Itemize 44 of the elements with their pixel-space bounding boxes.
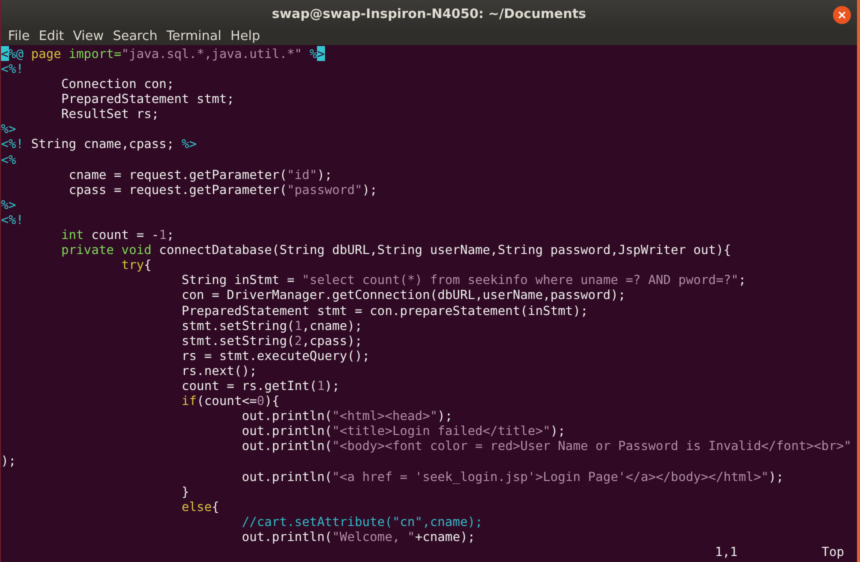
code-line: out.println("Welcome, "+cname); <box>240 528 476 544</box>
cursor-position: 1,1 <box>715 544 738 559</box>
menu-item[interactable]: Search <box>112 29 158 44</box>
scroll-position: Top <box>822 544 844 559</box>
code-line: out.println("<a href = 'seek_login.jsp'>Login Page'</a></body></html>"); <box>240 468 784 484</box>
code-line: PreparedStatement stmt = con.prepareStatement(inStmt); <box>180 302 588 318</box>
code-line: rs = stmt.executeQuery(); <box>180 348 370 363</box>
menu-item[interactable]: Help <box>230 29 260 44</box>
code-line: <%! <box>1 212 24 228</box>
code-line: Connection con; <box>60 76 174 92</box>
code-line: out.println("<html><head>"); <box>240 408 453 424</box>
code-line: out.println("<title>Login failed</title>"); <box>240 423 566 438</box>
code-line: con = DriverManager.getConnection(dbURL,userName,password); <box>180 287 626 302</box>
code-line: <%@ page import="java.sql.*,java.util.*" %> <box>1 46 325 61</box>
code-line: cpass = request.getParameter("password"); <box>68 182 378 197</box>
code-line: out.println("<body><font color = red>User Name or Password is Invalid</font><br>" <box>240 438 852 454</box>
code-line: <%! String cname,cpass; %> <box>1 136 197 152</box>
code-line: %> <box>1 121 16 136</box>
code-line: cname = request.getParameter("id"); <box>68 166 332 182</box>
code-line: PreparedStatement stmt; <box>60 91 234 106</box>
code-line: String inStmt = "select count(*) from seekinfo where uname =? AND pword=?"; <box>180 272 746 288</box>
code-line: int count = -1; <box>60 227 174 242</box>
window-title: swap@swap-Inspiron-N4050: ~/Documents <box>272 6 586 22</box>
code-line: stmt.setString(1,cname); <box>180 318 362 333</box>
code-line: ResultSet rs; <box>60 106 160 122</box>
menu-item[interactable]: Edit <box>38 29 64 44</box>
code-line: //cart.setAttribute("cn",cname); <box>240 514 483 529</box>
code-line: private void connectDatabase(String dbURL,String userName,String password,JspWriter out){ <box>60 242 732 258</box>
menu-item[interactable]: View <box>72 29 104 44</box>
code-line: stmt.setString(2,cpass); <box>180 332 362 348</box>
menu-item[interactable]: File <box>8 29 30 44</box>
code-line: } <box>180 484 190 499</box>
close-icon <box>838 11 846 19</box>
code-line: ); <box>1 453 16 469</box>
code-line: %> <box>1 196 16 212</box>
code-line: else{ <box>180 498 220 514</box>
code-line: <% <box>1 152 16 167</box>
code-line: if(count<=0){ <box>180 393 280 408</box>
code-line: <%! <box>1 61 24 76</box>
close-button[interactable] <box>833 6 851 24</box>
code-line: rs.next(); <box>180 362 257 378</box>
code-line: count = rs.getInt(1); <box>180 378 340 394</box>
code-line: try{ <box>120 257 152 272</box>
menu-item[interactable]: Terminal <box>166 29 222 44</box>
